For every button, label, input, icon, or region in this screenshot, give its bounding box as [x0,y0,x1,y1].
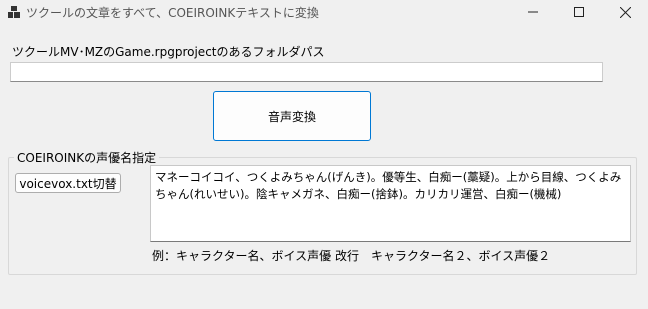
voice-actor-group-title: COEIROINKの声優名指定 [14,149,160,166]
voicevox-switch-label: voicevox.txt切替 [19,176,117,191]
app-icon [8,6,20,18]
minimize-icon [528,11,538,13]
close-icon [619,6,631,18]
format-example-text: 例：キャラクター名、ボイス声優 改行 キャラクター名２、ボイス声優２ [152,249,551,263]
maximize-icon [574,7,584,17]
minimize-button[interactable] [510,0,556,24]
window-title: ツクールの文章をすべて、COEIROINKテキストに変換 [26,6,319,20]
maximize-button[interactable] [556,0,602,24]
voicevox-switch-button[interactable]: voicevox.txt切替 [15,173,121,193]
folder-path-label: ツクールMV･MZのGame.rpgprojectのあるフォルダパス [12,45,325,59]
convert-button[interactable]: 音声変換 [213,91,371,141]
title-bar: ツクールの文章をすべて、COEIROINKテキストに変換 [0,0,648,24]
folder-path-input[interactable] [10,62,603,82]
voice-actor-textarea[interactable]: マネーコイコイ、つくよみちゃん(げんき)。優等生、白痴ー(藁疑)。上から目線、つ… [150,165,631,242]
close-button[interactable] [602,0,648,24]
convert-button-label: 音声変換 [267,109,316,124]
